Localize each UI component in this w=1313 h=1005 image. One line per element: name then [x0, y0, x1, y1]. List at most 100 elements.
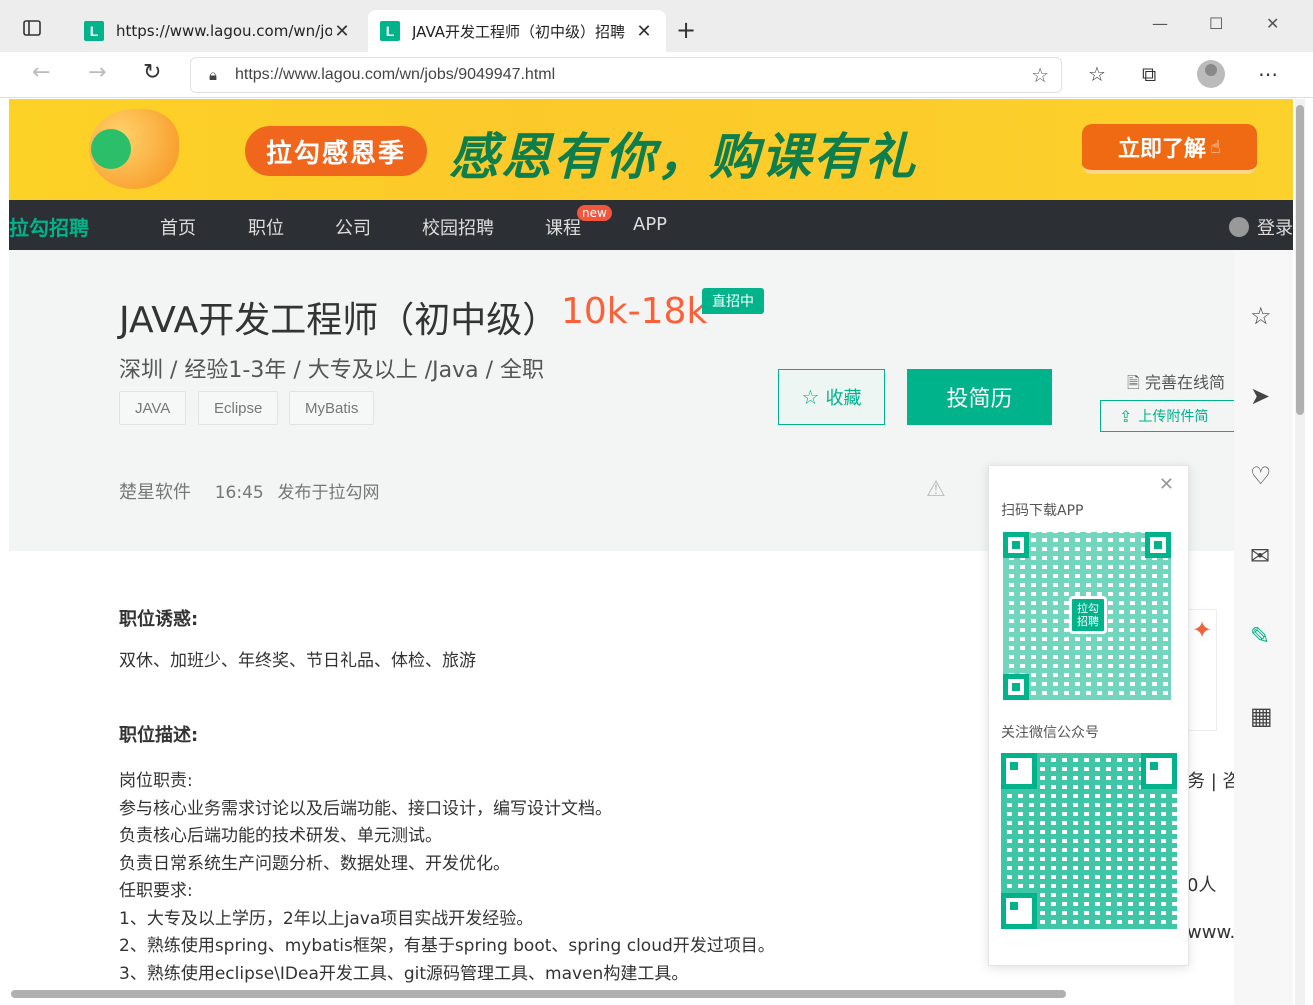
qr-finder: [1141, 753, 1177, 789]
description-title: 职位描述:: [119, 725, 199, 746]
favorites-icon[interactable]: ☆: [1088, 62, 1106, 86]
scroll-thumb[interactable]: [11, 990, 1066, 998]
resume-link-label: 完善在线简: [1144, 373, 1225, 392]
nav-item-app[interactable]: APP: [633, 214, 667, 235]
tab-close-icon[interactable]: ✕: [634, 21, 654, 42]
publish-source: 发布于拉勾网: [277, 483, 380, 503]
direct-hire-badge: 直招中: [702, 288, 764, 314]
description-body: 岗位职责: 参与核心业务需求讨论以及后端功能、接口设计，编写设计文档。 负责核心…: [119, 768, 775, 988]
job-tag[interactable]: JAVA: [119, 391, 187, 425]
maximize-icon[interactable]: ☐: [1209, 14, 1223, 33]
document-icon: 🗎︎: [1127, 373, 1140, 392]
job-tag[interactable]: MyBatis: [289, 391, 375, 425]
description-line: 负责日常系统生产问题分析、数据处理、开发优化。: [119, 853, 510, 874]
new-tab-plus-icon[interactable]: +: [676, 16, 696, 44]
browser-tab-job-detail[interactable]: L JAVA开发工程师（初中级）招聘 ✕: [368, 10, 666, 52]
online-resume-link[interactable]: 🗎︎ 完善在线简: [1127, 369, 1225, 399]
description-line: 参与核心业务需求讨论以及后端功能、接口设计，编写设计文档。: [119, 798, 612, 819]
qr-popup: ✕ 扫码下载APP 拉勾招聘 关注微信公众号: [988, 465, 1189, 966]
browser-toolbar: ← → ↻ 🔒︎ https://www.lagou.com/wn/jobs/9…: [0, 52, 1313, 98]
forward-arrow-icon[interactable]: →: [88, 60, 106, 85]
lagou-favicon-icon: L: [84, 21, 104, 41]
apply-button[interactable]: 投简历: [907, 369, 1052, 425]
reload-icon[interactable]: ↻: [143, 60, 161, 85]
chat-icon[interactable]: ♡: [1250, 462, 1272, 490]
description-line: 任职要求:: [119, 881, 193, 901]
tab-actions-icon[interactable]: [22, 18, 56, 46]
minimize-icon[interactable]: —: [1152, 14, 1168, 33]
qr-finder: [1003, 532, 1029, 558]
qr-finder: [1001, 753, 1037, 789]
upload-icon: ⇪: [1119, 406, 1133, 426]
lock-icon[interactable]: 🔒︎: [209, 67, 217, 84]
tab-title: JAVA开发工程师（初中级）招聘: [412, 22, 626, 41]
cta-label: 立即了解: [1118, 137, 1207, 162]
tab-title: https://www.lagou.com/wn/jobs?: [116, 22, 332, 40]
qr-finder: [1001, 893, 1037, 929]
right-tool-bar: ☆ ➤ ♡ ✉ ✎ ▦: [1234, 250, 1293, 1005]
browser-tab-bar: L https://www.lagou.com/wn/jobs? ✕ L JAV…: [0, 0, 1313, 52]
job-tag[interactable]: Eclipse: [198, 391, 279, 425]
tab-close-icon[interactable]: ✕: [332, 21, 352, 42]
description-line: 3、熟练使用eclipse\IDea开发工具、git源码管理工具、maven构建…: [119, 963, 689, 984]
nav-item-home[interactable]: 首页: [160, 214, 196, 240]
banner-slogan: 感恩有你，购课有礼: [449, 128, 917, 186]
nav-item-campus[interactable]: 校园招聘: [422, 214, 494, 240]
publisher-info: 楚星软件 16:45 发布于拉勾网: [119, 478, 379, 504]
nav-item-jobs[interactable]: 职位: [248, 214, 284, 240]
banner-cta-button[interactable]: 立即了解 ☝︎: [1082, 124, 1257, 174]
scroll-thumb[interactable]: [1296, 105, 1304, 415]
app-qr-code: 拉勾招聘: [1003, 532, 1171, 700]
login-label: 登录: [1257, 218, 1293, 239]
site-logo[interactable]: 拉勾招聘: [9, 212, 89, 241]
qr-finder: [1003, 674, 1029, 700]
qr-code-icon[interactable]: ▦: [1250, 702, 1273, 730]
wechat-qr-code: [1001, 753, 1177, 929]
address-bar[interactable]: 🔒︎ https://www.lagou.com/wn/jobs/9049947…: [190, 57, 1062, 93]
publish-time: 16:45: [214, 483, 264, 503]
banner-pill: 拉勾感恩季: [245, 126, 427, 176]
banner-decoration: [91, 129, 131, 169]
job-salary: 10k-18k: [561, 291, 708, 332]
popup-close-icon[interactable]: ✕: [1159, 474, 1174, 495]
nav-item-courses[interactable]: 课程: [545, 214, 581, 240]
lagou-favicon-icon: L: [380, 21, 400, 41]
collections-icon[interactable]: ⧉: [1142, 62, 1156, 86]
address-url: https://www.lagou.com/wn/jobs/9049947.ht…: [234, 66, 556, 83]
hand-pointer-icon: ☝︎: [1210, 136, 1221, 158]
favorite-button[interactable]: ☆ 收藏: [778, 369, 885, 425]
warning-icon[interactable]: ⚠: [926, 477, 946, 502]
add-favorite-icon[interactable]: ☆: [1031, 63, 1049, 88]
inbox-icon[interactable]: ✉: [1250, 542, 1270, 570]
window-close-icon[interactable]: ✕: [1266, 14, 1279, 33]
description-line: 岗位职责:: [119, 771, 193, 791]
description-line: 2、熟练使用spring、mybatis框架，有基于spring boot、sp…: [119, 936, 775, 956]
description-line: 负责核心后端功能的技术研发、单元测试。: [119, 826, 442, 846]
description-line: 1、大专及以上学历，2年以上java项目实战开发经验。: [119, 908, 534, 929]
edit-resume-icon[interactable]: ✎: [1250, 622, 1270, 650]
vertical-scrollbar[interactable]: [1295, 99, 1305, 1005]
perks-text: 双休、加班少、年终奖、节日礼品、体检、旅游: [119, 651, 476, 671]
job-title: JAVA开发工程师（初中级）: [119, 300, 559, 341]
user-icon: [1229, 217, 1249, 237]
upload-label: 上传附件简: [1138, 409, 1209, 425]
promo-banner[interactable]: 拉勾感恩季 感恩有你，购课有礼 立即了解 ☝︎: [9, 99, 1293, 200]
new-badge: new: [577, 205, 612, 221]
upload-resume-button[interactable]: ⇪ 上传附件简: [1100, 400, 1240, 432]
qr-finder: [1145, 532, 1171, 558]
browser-tab-lagou-list[interactable]: L https://www.lagou.com/wn/jobs? ✕: [72, 10, 364, 52]
horizontal-scrollbar[interactable]: [9, 990, 1293, 1000]
send-icon[interactable]: ➤: [1250, 382, 1270, 410]
wechat-label: 关注微信公众号: [1001, 725, 1099, 741]
company-name[interactable]: 楚星软件: [119, 482, 191, 503]
more-menu-icon[interactable]: ⋯: [1258, 62, 1278, 86]
profile-avatar[interactable]: [1197, 60, 1225, 88]
perks-title: 职位诱惑:: [119, 609, 199, 630]
company-service-peek: 务 | 咨: [1187, 771, 1241, 792]
favorite-star-icon[interactable]: ☆: [1250, 302, 1272, 330]
site-nav: 拉勾招聘 首页 职位 公司 校园招聘 课程 new APP 登录: [9, 200, 1293, 250]
favorite-label: 收藏: [825, 388, 862, 409]
back-arrow-icon[interactable]: ←: [32, 60, 50, 85]
login-link[interactable]: 登录: [1229, 214, 1293, 240]
nav-item-companies[interactable]: 公司: [335, 214, 371, 240]
